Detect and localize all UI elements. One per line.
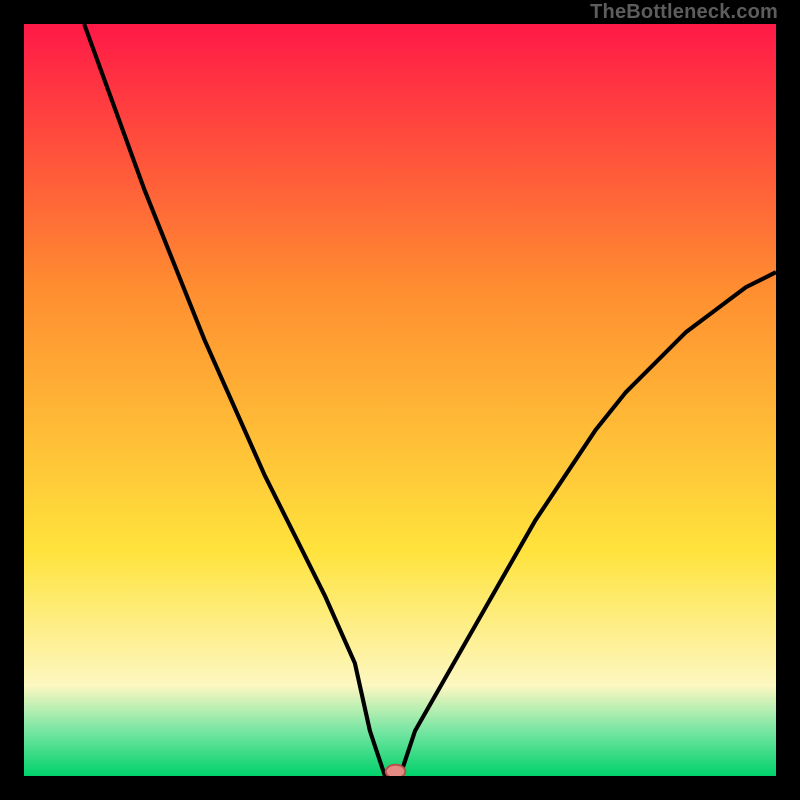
chart-frame: TheBottleneck.com — [0, 0, 800, 800]
watermark-text: TheBottleneck.com — [590, 1, 778, 24]
bottleneck-chart — [24, 24, 776, 776]
gradient-background — [24, 24, 776, 776]
minimum-marker — [386, 765, 406, 776]
